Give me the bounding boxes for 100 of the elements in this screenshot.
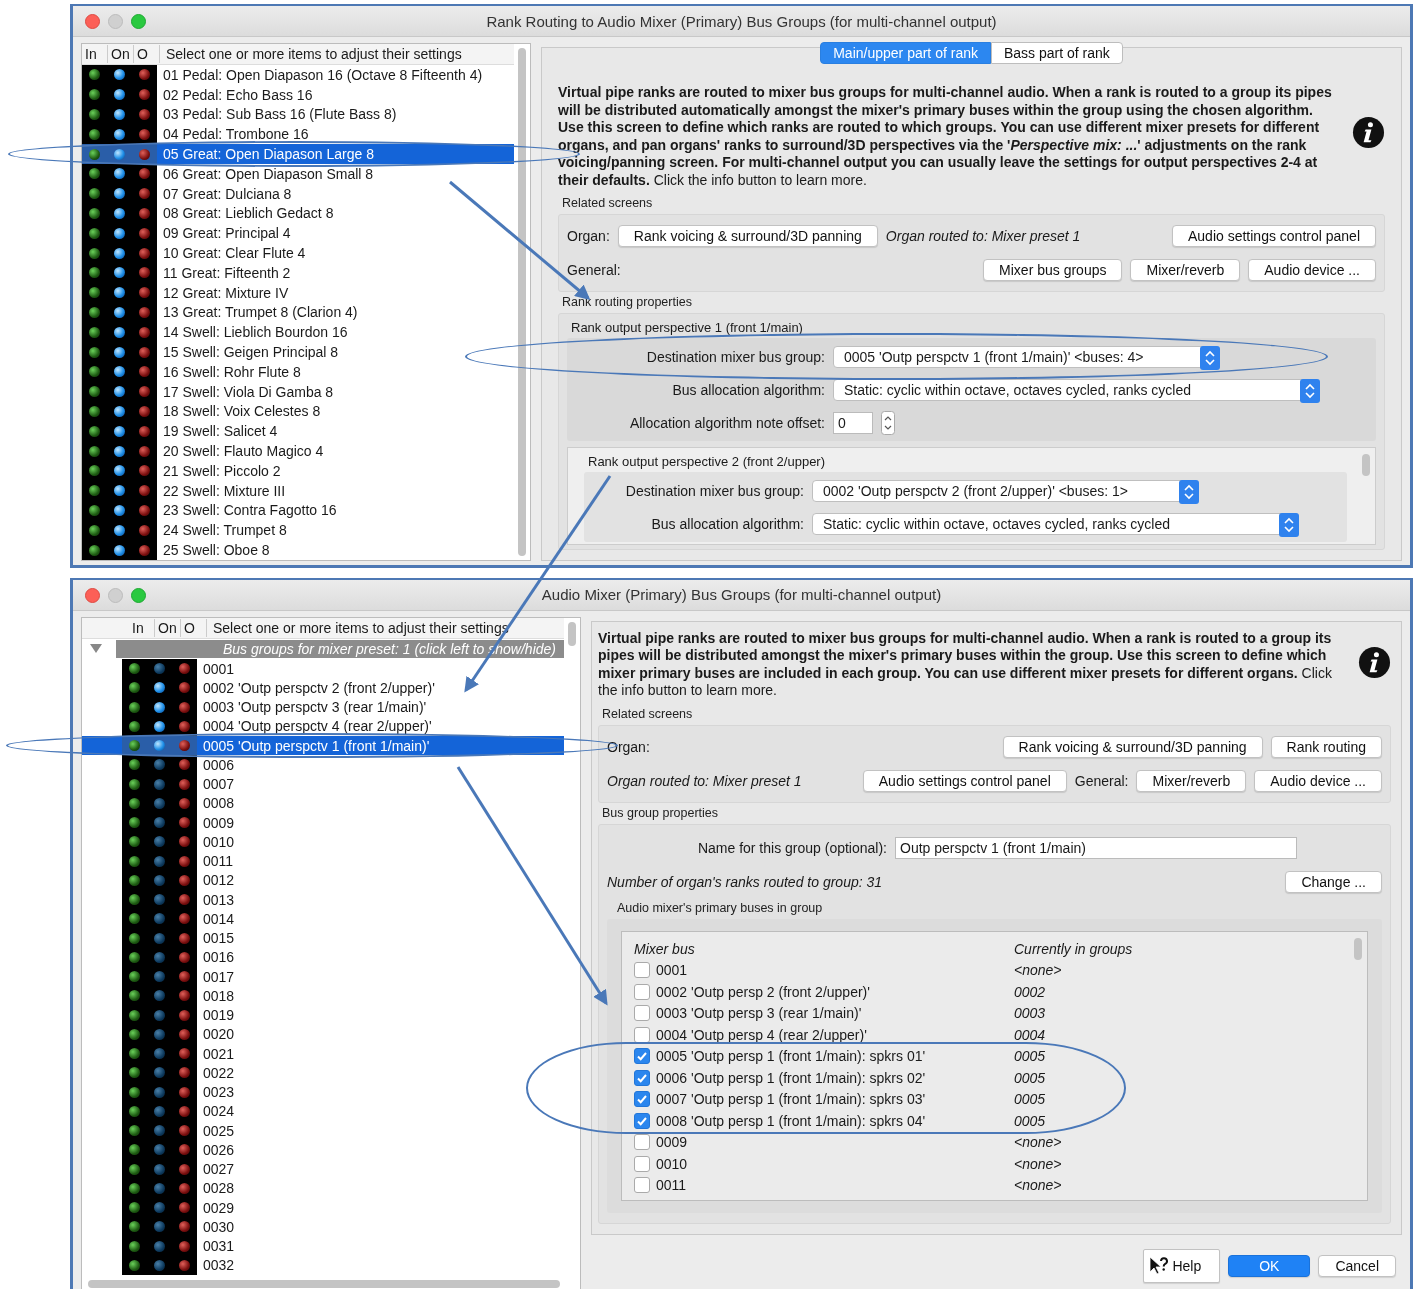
checkbox[interactable]: [634, 1026, 650, 1043]
related-screen-button[interactable]: Rank voicing & surround/3D panning: [617, 225, 878, 247]
bus-group-list-item[interactable]: 0032: [82, 1255, 564, 1275]
rank-list-item[interactable]: 11 Great: Fifteenth 2: [82, 262, 514, 283]
bus-group-list-item[interactable]: 0022: [82, 1063, 564, 1083]
stepper-icon[interactable]: [881, 410, 895, 435]
dropdown[interactable]: 0002 'Outp perspctv 2 (front 2/upper)' <buses: 1>: [812, 479, 1199, 502]
rank-list-item[interactable]: 06 Great: Open Diapason Small 8: [82, 164, 514, 184]
checkbox[interactable]: [634, 1069, 650, 1086]
bus-group-list-item[interactable]: 0004 'Outp perspctv 4 (rear 2/upper)': [82, 716, 564, 736]
rank-list-item[interactable]: 19 Swell: Salicet 4: [82, 421, 514, 442]
bus-group-list-item[interactable]: 0019: [82, 1005, 564, 1025]
bus-group-list-item[interactable]: 0006: [82, 755, 564, 775]
name-field[interactable]: Outp perspctv 1 (front 1/main): [895, 836, 1297, 859]
bus-group-list-item[interactable]: 0018: [82, 986, 564, 1006]
tab[interactable]: Main/upper part of rank: [820, 42, 991, 64]
number-field[interactable]: 0: [833, 411, 873, 434]
rank-list-item[interactable]: 20 Swell: Flauto Magico 4: [82, 441, 514, 461]
dropdown[interactable]: Static: cyclic within octave, octaves cycled, ranks cycled: [812, 512, 1299, 535]
checkbox[interactable]: [634, 1005, 650, 1022]
tab[interactable]: Bass part of rank: [990, 42, 1123, 64]
help-button[interactable]: Help: [1143, 1248, 1221, 1283]
rank-list-item[interactable]: 13 Great: Trumpet 8 (Clarion 4): [82, 302, 514, 323]
checkbox[interactable]: [634, 1155, 650, 1172]
close-button[interactable]: [85, 587, 100, 603]
dropdown[interactable]: Static: cyclic within octave, octaves cycled, ranks cycled: [833, 378, 1320, 401]
bus-group-list-item[interactable]: 0027: [82, 1159, 564, 1179]
bus-group-list-item[interactable]: 0031: [82, 1236, 564, 1256]
info-icon[interactable]: [1352, 116, 1385, 149]
scrollbar[interactable]: [88, 1279, 560, 1288]
scrollbar[interactable]: [518, 48, 526, 556]
checkbox[interactable]: [634, 962, 650, 979]
bus-group-list-item[interactable]: 0014: [82, 909, 564, 929]
bus-group-list-item[interactable]: 0028: [82, 1178, 564, 1198]
rank-list-item[interactable]: 16 Swell: Rohr Flute 8: [82, 361, 514, 382]
checkbox[interactable]: [634, 1048, 650, 1065]
info-icon[interactable]: [1358, 646, 1391, 680]
bus-group-list-item[interactable]: 0007: [82, 774, 564, 794]
rank-list-item[interactable]: 04 Pedal: Trombone 16: [82, 124, 514, 145]
scrollbar[interactable]: [1354, 937, 1362, 960]
bus-group-list-item[interactable]: 0023: [82, 1082, 564, 1102]
bus-group-list-item[interactable]: 0001: [82, 658, 564, 679]
bus-group-list-item[interactable]: 0012: [82, 870, 564, 890]
checkbox[interactable]: [634, 1112, 650, 1129]
rank-list-item[interactable]: 22 Swell: Mixture III: [82, 480, 514, 501]
rank-list-item[interactable]: 25 Swell: Oboe 8: [82, 540, 514, 560]
rank-list-item[interactable]: 14 Swell: Lieblich Bourdon 16: [82, 322, 514, 343]
rank-list-item[interactable]: 02 Pedal: Echo Bass 16: [82, 84, 514, 105]
rank-list-item[interactable]: 03 Pedal: Sub Bass 16 (Flute Bass 8): [82, 104, 514, 125]
related-screen-button[interactable]: Audio settings control panel: [862, 769, 1067, 792]
checkbox[interactable]: [634, 983, 650, 1000]
bus-group-list-item[interactable]: 0011: [82, 851, 564, 871]
minimize-button[interactable]: [108, 587, 123, 603]
bus-group-list-item[interactable]: 0008: [82, 793, 564, 813]
rank-list-item[interactable]: 09 Great: Principal 4: [82, 223, 514, 244]
rank-list-item[interactable]: 15 Swell: Geigen Principal 8: [82, 342, 514, 362]
rank-list-item[interactable]: 08 Great: Lieblich Gedact 8: [82, 203, 514, 224]
scrollbar[interactable]: [1362, 454, 1370, 476]
rank-list-item[interactable]: 24 Swell: Trumpet 8: [82, 520, 514, 541]
bus-group-list-item[interactable]: 0026: [82, 1140, 564, 1160]
bus-group-list-item[interactable]: 0024: [82, 1101, 564, 1121]
dropdown[interactable]: 0005 'Outp perspctv 1 (front 1/main)' <buses: 4>: [833, 345, 1220, 368]
close-button[interactable]: [85, 14, 100, 29]
checkbox[interactable]: [634, 1134, 650, 1151]
bus-group-list-item[interactable]: 0030: [82, 1217, 564, 1237]
checkbox[interactable]: [634, 1091, 650, 1108]
bus-group-list-item[interactable]: 0010: [82, 832, 564, 852]
disclosure-triangle-icon[interactable]: [90, 644, 102, 654]
zoom-button[interactable]: [131, 587, 146, 603]
related-screen-button[interactable]: Mixer bus groups: [983, 259, 1123, 281]
bus-group-list-item[interactable]: 0016: [82, 947, 564, 967]
bus-group-list-item[interactable]: 0021: [82, 1043, 564, 1064]
bus-group-list-item[interactable]: 0029: [82, 1197, 564, 1218]
rank-list-item[interactable]: 18 Swell: Voix Celestes 8: [82, 401, 514, 422]
rank-list-item[interactable]: 23 Swell: Contra Fagotto 16: [82, 500, 514, 521]
rank-list-item[interactable]: 01 Pedal: Open Diapason 16 (Octave 8 Fifteenth 4): [82, 65, 514, 85]
rank-list-item[interactable]: 17 Swell: Viola Di Gamba 8: [82, 381, 514, 402]
related-screen-button[interactable]: Audio settings control panel: [1172, 225, 1376, 247]
bus-group-list-item[interactable]: 0005 'Outp perspctv 1 (front 1/main)': [82, 735, 564, 756]
related-screen-button[interactable]: Audio device ...: [1254, 769, 1382, 792]
bus-group-list-item[interactable]: 0020: [82, 1024, 564, 1044]
bus-group-list-item[interactable]: 0003 'Outp perspctv 3 (rear 1/main)': [82, 697, 564, 717]
rank-list-item[interactable]: 05 Great: Open Diapason Large 8: [82, 144, 514, 164]
bus-group-list-item[interactable]: 0009: [82, 812, 564, 833]
bus-group-list-item[interactable]: 0017: [82, 966, 564, 987]
bus-group-list-item[interactable]: 0013: [82, 889, 564, 910]
related-screen-button[interactable]: Mixer/reverb: [1130, 259, 1241, 281]
rank-list-item[interactable]: 07 Great: Dulciana 8: [82, 183, 514, 204]
minimize-button[interactable]: [108, 14, 123, 29]
rank-list-item[interactable]: 10 Great: Clear Flute 4: [82, 243, 514, 263]
rank-list-item[interactable]: 12 Great: Mixture IV: [82, 282, 514, 303]
scrollbar[interactable]: [568, 621, 576, 646]
zoom-button[interactable]: [131, 14, 146, 29]
related-screen-button[interactable]: Rank voicing & surround/3D panning: [1002, 735, 1263, 758]
change-button[interactable]: Change ...: [1285, 870, 1382, 893]
related-screen-button[interactable]: Audio device ...: [1248, 259, 1376, 281]
related-screen-button[interactable]: Rank routing: [1270, 735, 1382, 758]
bus-group-list-item[interactable]: 0025: [82, 1120, 564, 1141]
related-screen-button[interactable]: Mixer/reverb: [1136, 769, 1247, 792]
rank-list-item[interactable]: 21 Swell: Piccolo 2: [82, 460, 514, 481]
